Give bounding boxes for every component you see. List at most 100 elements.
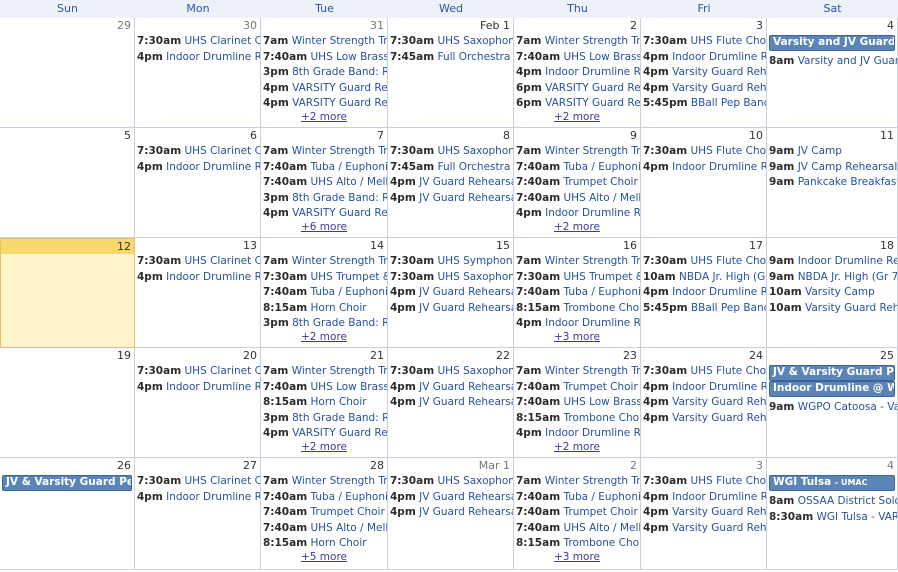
day-number[interactable]: 19 (117, 348, 131, 363)
day-cell[interactable]: 217am Winter Strength Training7:40am UHS… (261, 348, 388, 458)
all-day-event[interactable]: Varsity and JV Guard Performance (769, 35, 895, 51)
calendar-event[interactable]: 7:40am Trumpet Choir (516, 505, 640, 519)
day-number[interactable]: 5 (124, 128, 131, 143)
all-day-event[interactable]: JV & Varsity Guard Performance (2, 475, 132, 491)
day-cell[interactable]: 4 WGI Tulsa - UMAC 8am OSSAA District Solo… (767, 458, 898, 570)
calendar-event[interactable]: 7:45am Full Orchestra Rehearsal (390, 160, 513, 174)
day-number[interactable]: 12 (117, 239, 131, 254)
calendar-event[interactable]: 7:40am UHS Low Brasses (516, 50, 640, 64)
more-events-link[interactable]: +6 more (261, 221, 387, 234)
all-day-event[interactable]: Indoor Drumline @ WGPO (769, 381, 895, 397)
calendar-event[interactable]: 4pm JV Guard Rehearsal (390, 175, 513, 189)
day-cell[interactable]: 97am Winter Strength Training7:40am Tuba… (514, 128, 641, 238)
calendar-event[interactable]: 7:40am Trumpet Choir (516, 175, 640, 189)
calendar-event[interactable]: 7am Winter Strength Training (263, 144, 387, 158)
calendar-event[interactable]: 9am NBDA Jr. High (Gr 7/8) (769, 270, 897, 284)
more-events-link[interactable]: +2 more (261, 331, 387, 344)
calendar-event[interactable]: 8:15am Horn Choir (263, 395, 387, 409)
day-number[interactable]: 20 (243, 348, 257, 363)
calendar-event[interactable]: 7:30am UHS Symphony Orchestra (390, 254, 513, 268)
day-number[interactable]: 24 (749, 348, 763, 363)
more-events-link[interactable]: +3 more (514, 331, 640, 344)
calendar-event[interactable]: 10am NBDA Jr. High (Gr 7/8) (643, 270, 766, 284)
day-cell[interactable]: 207:30am UHS Clarinet Choir4pm Indoor Dr… (135, 348, 261, 458)
day-cell[interactable]: 77am Winter Strength Training7:40am Tuba… (261, 128, 388, 238)
day-cell[interactable]: 10 7:30am UHS Flute Choir 4pm Indoor Druml… (641, 128, 767, 238)
calendar-event[interactable]: 10am Varsity Camp (769, 285, 897, 299)
day-number[interactable]: 17 (749, 238, 763, 253)
calendar-event[interactable]: 4pm JV Guard Rehearsal (390, 380, 513, 394)
calendar-event[interactable]: 4pm Indoor Drumline Rehearsal (516, 316, 640, 330)
calendar-event[interactable]: 7:30am UHS Trumpet & Flute (516, 270, 640, 284)
calendar-event[interactable]: 8:30am WGI Tulsa - VARSITY (769, 510, 897, 524)
day-cell[interactable]: 3 7:30am UHS Flute Choir 4pm Indoor Drumli… (641, 458, 767, 570)
more-events-link[interactable]: +2 more (514, 221, 640, 234)
calendar-event[interactable]: 4pm Indoor Drumline Rehearsal (137, 50, 260, 64)
calendar-event[interactable]: 7:30am UHS Saxophone Choir (390, 34, 513, 48)
calendar-event[interactable]: 7:30am UHS Saxophone Choir (390, 364, 513, 378)
day-number[interactable]: Mar 1 (479, 458, 510, 473)
day-number[interactable]: 2 (630, 18, 637, 33)
calendar-event[interactable]: 6pm VARSITY Guard Rehearsal (516, 81, 640, 95)
calendar-event[interactable]: 7:40am Tuba / Euphonium (516, 490, 640, 504)
calendar-event[interactable]: 7am Winter Strength Training (263, 364, 387, 378)
day-cell[interactable]: 25 JV & Varsity Guard Performance Indoor D… (767, 348, 898, 458)
day-number[interactable]: 2 (630, 458, 637, 473)
calendar-event[interactable]: 4pm Indoor Drumline Rehearsal (137, 490, 260, 504)
calendar-event[interactable]: 7:30am UHS Saxophone Choir (390, 474, 513, 488)
day-cell[interactable]: 307:30am UHS Clarinet Choir4pm Indoor Dr… (135, 18, 261, 128)
calendar-event[interactable]: 7:40am UHS Low Brasses (516, 395, 640, 409)
calendar-event[interactable]: 7:30am UHS Saxophone Choir (390, 144, 513, 158)
more-events-link[interactable]: +5 more (261, 551, 387, 564)
calendar-event[interactable]: 4pm Varsity Guard Rehearsal (643, 395, 766, 409)
calendar-event[interactable]: 7:40am UHS Low Brasses (263, 50, 387, 64)
calendar-event[interactable]: 7:45am Full Orchestra Rehearsal (390, 50, 513, 64)
calendar-event[interactable]: 3pm 8th Grade Band: Region (263, 191, 387, 205)
calendar-event[interactable]: 8:15am Trombone Choir (516, 411, 640, 425)
day-number[interactable]: 9 (630, 128, 637, 143)
day-cell[interactable]: 26 JV & Varsity Guard Performance (0, 458, 135, 570)
calendar-event[interactable]: 4pm JV Guard Rehearsal (390, 505, 513, 519)
day-number[interactable]: 14 (370, 238, 384, 253)
day-cell[interactable]: 27am Winter Strength Training7:40am UHS … (514, 18, 641, 128)
day-cell[interactable]: 189am Indoor Drumline Rehearsal9am NBDA … (767, 238, 898, 348)
day-cell[interactable]: 29 (0, 18, 135, 128)
calendar-event[interactable]: 4pm Indoor Drumline Rehearsal (516, 206, 640, 220)
calendar-event[interactable]: 4pm Indoor Drumline Rehearsal (643, 380, 766, 394)
day-number[interactable]: 25 (880, 348, 894, 363)
calendar-event[interactable]: 7am Winter Strength Training (516, 144, 640, 158)
calendar-event[interactable]: 4pm JV Guard Rehearsal (390, 490, 513, 504)
more-events-link[interactable]: +3 more (514, 551, 640, 564)
day-number[interactable]: 3 (756, 458, 763, 473)
calendar-event[interactable]: 7:40am Tuba / Euphonium (263, 160, 387, 174)
day-number[interactable]: 18 (880, 238, 894, 253)
calendar-event[interactable]: 8:15am Horn Choir (263, 301, 387, 315)
calendar-event[interactable]: 7am Winter Strength Training (516, 254, 640, 268)
calendar-event[interactable]: 4pm Varsity Guard Rehearsal (643, 65, 766, 79)
day-cell[interactable]: Feb 17:30am UHS Saxophone Choir7:45am Fu… (388, 18, 514, 128)
calendar-event[interactable]: 7:40am UHS Alto / Mello / (516, 191, 640, 205)
day-number[interactable]: 4 (887, 18, 894, 33)
day-cell[interactable]: 24 7:30am UHS Flute Choir 4pm Indoor Druml… (641, 348, 767, 458)
calendar-event[interactable]: 7:40am UHS Low Brasses (263, 380, 387, 394)
calendar-event[interactable]: 4pm JV Guard Rehearsal (390, 285, 513, 299)
calendar-event[interactable]: 4pm VARSITY Guard Rehearsal (263, 426, 387, 440)
calendar-event[interactable]: 4pm Indoor Drumline Rehearsal (137, 380, 260, 394)
day-cell[interactable]: 137:30am UHS Clarinet Choir4pm Indoor Dr… (135, 238, 261, 348)
calendar-event[interactable]: 7:30am UHS Flute Choir (643, 34, 766, 48)
day-number[interactable]: 11 (880, 128, 894, 143)
day-number[interactable]: 23 (623, 348, 637, 363)
calendar-event[interactable]: 4pm VARSITY Guard Rehearsal (263, 81, 387, 95)
calendar-event[interactable]: 10am Varsity Guard Rehearsal (769, 301, 897, 315)
calendar-event[interactable]: 7:40am Tuba / Euphonium (263, 285, 387, 299)
day-cell[interactable]: 12 (0, 238, 135, 348)
day-number[interactable]: 26 (117, 458, 131, 473)
calendar-event[interactable]: 7:30am UHS Clarinet Choir (137, 144, 260, 158)
calendar-event[interactable]: 7am Winter Strength Training (263, 254, 387, 268)
day-number[interactable]: 31 (370, 18, 384, 33)
day-cell[interactable]: 17 7:30am UHS Flute Choir 10am NBDA Jr. Hi… (641, 238, 767, 348)
calendar-event[interactable]: 7:30am UHS Flute Choir (643, 254, 766, 268)
calendar-event[interactable]: 7:40am Tuba / Euphonium (263, 490, 387, 504)
more-events-link[interactable]: +2 more (261, 441, 387, 454)
calendar-event[interactable]: 7am Winter Strength Training (516, 474, 640, 488)
